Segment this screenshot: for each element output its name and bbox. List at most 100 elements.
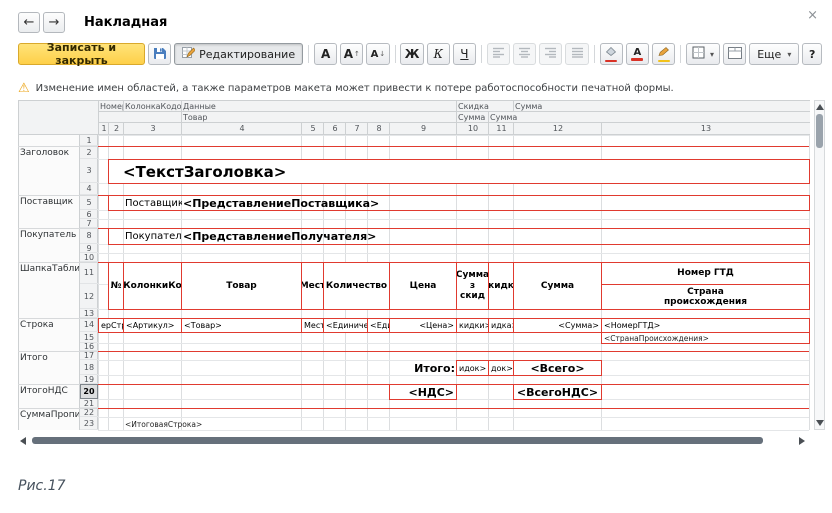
cell-r11c10[interactable]: Сумма з скид xyxy=(456,262,489,310)
column-header-2[interactable]: 2 xyxy=(108,122,124,135)
align-left-button[interactable] xyxy=(487,43,510,65)
column-header-9[interactable]: 9 xyxy=(389,122,457,135)
row-header-10[interactable]: 10 xyxy=(80,253,98,262)
column-header-13[interactable]: 13 xyxy=(601,122,810,135)
cell-r5c3[interactable]: Поставщик: xyxy=(123,195,182,211)
row-header-23[interactable]: 23 xyxy=(80,417,98,430)
merge-cells-button[interactable] xyxy=(723,43,746,65)
column-area-label[interactable]: Данные xyxy=(181,100,301,111)
bold-button[interactable]: Ж xyxy=(400,43,423,65)
column-header-12[interactable]: 12 xyxy=(513,122,602,135)
cell-r11c9[interactable]: Цена xyxy=(389,262,457,310)
cell-r14c6[interactable]: <Единичество> xyxy=(323,318,368,333)
column-area-label[interactable]: Товар xyxy=(181,111,301,122)
save-button[interactable] xyxy=(148,43,171,65)
underline-button[interactable]: Ч xyxy=(453,43,476,65)
cell-r3c2[interactable]: <ТекстЗаголовка> xyxy=(108,159,810,184)
horizontal-scrollbar[interactable] xyxy=(18,435,809,447)
vertical-scrollbar[interactable] xyxy=(814,100,825,430)
font-name-button[interactable]: А xyxy=(314,43,337,65)
row-header-14[interactable]: 14 xyxy=(80,318,98,332)
column-area-label[interactable]: Сумма xyxy=(513,100,601,111)
h-scroll-right-icon[interactable] xyxy=(799,437,805,445)
area-label-row-8[interactable]: Покупатель xyxy=(18,229,79,242)
area-label-row-14[interactable]: Строка xyxy=(18,319,79,332)
cell-r11c5[interactable]: Мест xyxy=(301,262,324,310)
v-scroll-thumb[interactable] xyxy=(816,114,823,148)
row-header-19[interactable]: 19 xyxy=(80,375,98,384)
align-right-button[interactable] xyxy=(539,43,562,65)
row-header-17[interactable]: 17 xyxy=(80,351,98,360)
cell-r8c4[interactable]: <ПредставлениеПолучателя> xyxy=(181,228,457,245)
row-header-1[interactable]: 1 xyxy=(80,135,98,146)
cell-r14c4[interactable]: <Товар> xyxy=(181,318,302,333)
fill-color-button[interactable] xyxy=(600,43,623,65)
cell-r14c9[interactable]: <Цена> xyxy=(389,318,457,333)
cell-r15c13[interactable]: <СтранаПроисхождения> xyxy=(601,332,810,344)
cell-r14c8[interactable]: <Еди xyxy=(367,318,390,333)
cell-r14c12[interactable]: <Сумма> xyxy=(513,318,602,333)
align-justify-button[interactable] xyxy=(565,43,588,65)
cell-r23c3[interactable]: <ИтоговаяСтрока> xyxy=(123,417,324,431)
h-scroll-thumb[interactable] xyxy=(32,437,763,444)
cell-r14c11[interactable]: идка> xyxy=(488,318,514,333)
cell-r11c12[interactable]: Сумма xyxy=(513,262,602,310)
font-size-decrease-button[interactable]: А↓ xyxy=(366,43,389,65)
font-color-button[interactable]: А xyxy=(626,43,649,65)
h-scroll-left-icon[interactable] xyxy=(20,437,26,445)
italic-button[interactable]: К xyxy=(427,43,450,65)
save-and-close-button[interactable]: Записать и закрыть xyxy=(18,43,145,65)
row-header-20[interactable]: 20 xyxy=(80,384,98,399)
area-label-row-2[interactable]: Заголовок xyxy=(18,147,79,160)
column-area-label[interactable]: Сумма xyxy=(488,111,513,122)
cell-r12c13[interactable]: Страна происхождения xyxy=(601,284,810,310)
row-header-5[interactable]: 5 xyxy=(80,195,98,210)
help-button[interactable]: ? xyxy=(802,43,822,65)
column-header-8[interactable]: 8 xyxy=(367,122,390,135)
cell-r11c3[interactable]: КолонкиКо xyxy=(123,262,182,310)
row-header-18[interactable]: 18 xyxy=(80,360,98,375)
column-header-5[interactable]: 5 xyxy=(301,122,324,135)
column-header-6[interactable]: 6 xyxy=(323,122,346,135)
v-scroll-down-icon[interactable] xyxy=(816,420,824,426)
cell-r11c11[interactable]: кидк xyxy=(488,262,514,310)
column-header-3[interactable]: 3 xyxy=(123,122,182,135)
more-button[interactable]: Еще ▾ xyxy=(749,43,799,65)
row-header-4[interactable]: 4 xyxy=(80,183,98,195)
column-header-11[interactable]: 11 xyxy=(488,122,514,135)
cell-r11c6[interactable]: Количество xyxy=(323,262,390,310)
cell-r20c9[interactable]: <НДС> xyxy=(389,384,457,400)
column-header-4[interactable]: 4 xyxy=(181,122,302,135)
cell-r18c10[interactable]: идок> xyxy=(456,360,489,376)
cell-r14c1[interactable]: ерСтр xyxy=(98,318,124,333)
line-color-button[interactable] xyxy=(652,43,675,65)
area-label-row-17[interactable]: Итого xyxy=(18,352,79,365)
v-scroll-up-icon[interactable] xyxy=(816,104,824,110)
column-area-label[interactable]: Скидка xyxy=(456,100,513,111)
forward-button[interactable]: → xyxy=(43,12,65,33)
cell-r20c12[interactable]: <ВсегоНДС> xyxy=(513,384,602,400)
cell-r11c13[interactable]: Номер ГТД xyxy=(601,262,810,285)
back-button[interactable]: ← xyxy=(18,12,40,33)
cell-r18c9[interactable]: Итого: xyxy=(389,360,457,376)
row-header-12[interactable]: 12 xyxy=(80,284,98,309)
row-header-13[interactable]: 13 xyxy=(80,309,98,318)
column-area-label[interactable]: КолонкаКодов xyxy=(123,100,181,111)
cell-r11c4[interactable]: Товар xyxy=(181,262,302,310)
column-header-10[interactable]: 10 xyxy=(456,122,489,135)
cell-r14c3[interactable]: <Артикул> xyxy=(123,318,182,333)
cell-r11c2[interactable]: № xyxy=(108,262,124,310)
cell-r14c10[interactable]: кидки> xyxy=(456,318,489,333)
cell-r18c11[interactable]: док> xyxy=(488,360,514,376)
row-header-3[interactable]: 3 xyxy=(80,159,98,183)
row-header-2[interactable]: 2 xyxy=(80,146,98,159)
area-label-row-5[interactable]: Поставщик xyxy=(18,196,79,209)
area-label-row-20[interactable]: ИтогоНДС xyxy=(18,385,79,398)
row-header-11[interactable]: 11 xyxy=(80,262,98,284)
row-header-7[interactable]: 7 xyxy=(80,219,98,228)
row-header-8[interactable]: 8 xyxy=(80,228,98,244)
edit-mode-button[interactable]: Редактирование xyxy=(174,43,303,65)
area-label-row-11[interactable]: ШапкаТаблиц xyxy=(18,263,79,276)
close-icon[interactable]: × xyxy=(807,8,818,23)
area-label-row-22[interactable]: СуммаПропи xyxy=(18,409,79,422)
